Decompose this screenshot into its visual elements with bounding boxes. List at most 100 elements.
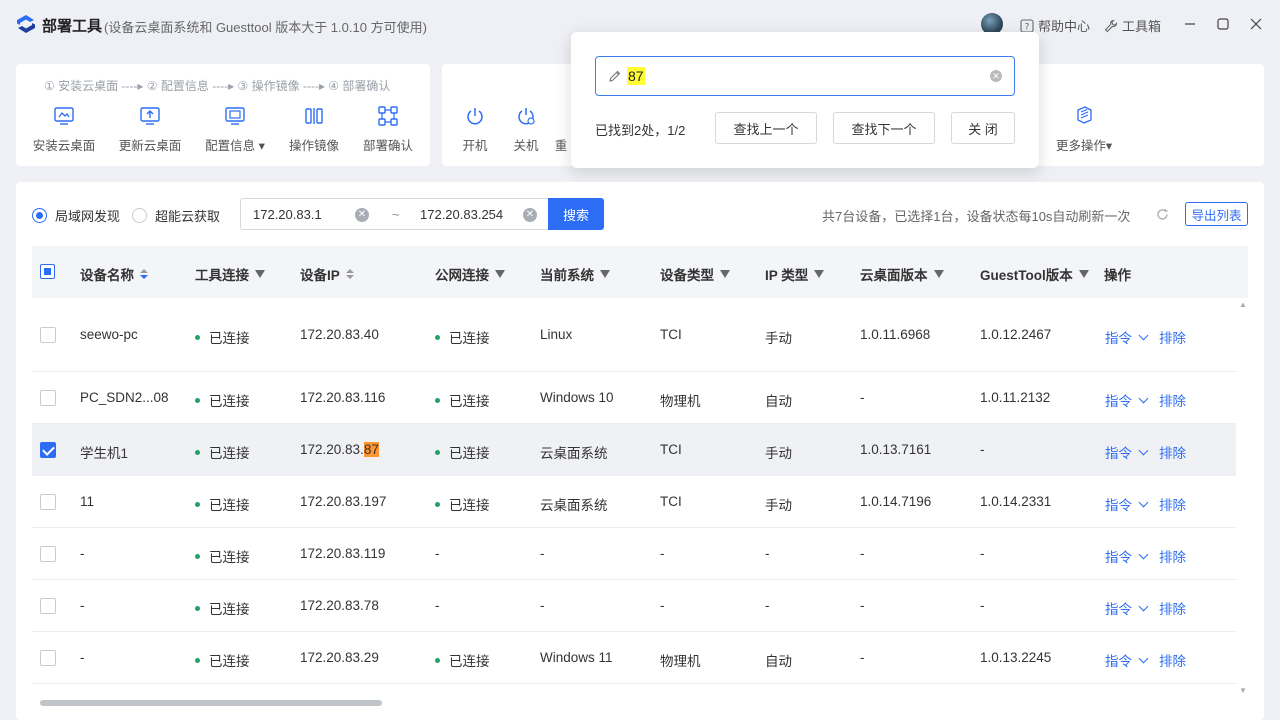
exclude-link[interactable]: 排除 [1159, 546, 1186, 566]
mirror-image-icon [305, 108, 323, 124]
maximize-button[interactable] [1213, 14, 1233, 34]
clear-find-icon[interactable]: ✕ [990, 70, 1002, 82]
exclude-link[interactable]: 排除 [1159, 327, 1186, 347]
sort-icon[interactable] [345, 269, 354, 279]
radio-lan-discovery[interactable]: 局域网发现 [32, 206, 120, 225]
search-button[interactable]: 搜索 [548, 198, 604, 230]
minimize-button[interactable] [1180, 14, 1200, 34]
row-checkbox[interactable] [40, 494, 56, 510]
update-desktop-icon [140, 107, 160, 125]
cell-guest-version: - [980, 546, 985, 561]
deploy-confirm-button[interactable]: 部署确认 [348, 105, 428, 154]
radio-cloud-dot [132, 208, 147, 223]
table-row[interactable]: seewo-pc 已连接 172.20.83.40 已连接 Linux TCI … [32, 298, 1236, 372]
filter-icon[interactable] [814, 270, 825, 278]
cell-guest-version: - [980, 442, 985, 457]
find-close-button[interactable]: 关 闭 [951, 112, 1015, 144]
toolbox-link[interactable]: 工具箱 [1104, 16, 1161, 35]
col-cloud-version[interactable]: 云桌面版本 [860, 264, 944, 284]
online-dot-icon [195, 397, 200, 403]
update-desktop-button[interactable]: 更新云桌面 [110, 105, 190, 154]
cell-device-name: seewo-pc [80, 327, 138, 342]
cell-cloud-version: 1.0.11.6968 [860, 327, 931, 342]
refresh-icon[interactable] [1156, 208, 1169, 221]
row-checkbox[interactable] [40, 327, 56, 343]
cell-device-ip: 172.20.83.78 [300, 598, 379, 613]
power-on-icon [467, 108, 483, 125]
cell-device-name: 11 [80, 494, 95, 509]
table-row[interactable]: 11 已连接 172.20.83.197 已连接 云桌面系统 TCI 手动 1.… [32, 476, 1236, 528]
sort-icon[interactable] [140, 269, 148, 279]
install-desktop-button[interactable]: 安装云桌面 [24, 105, 104, 154]
config-info-button[interactable]: 配置信息 ▾ [195, 105, 275, 154]
col-device-ip[interactable]: 设备IP [300, 264, 354, 284]
radio-cloud-fetch[interactable]: 超能云获取 [132, 206, 220, 225]
col-device-type[interactable]: 设备类型 [660, 264, 730, 284]
row-checkbox[interactable] [40, 650, 56, 666]
filter-icon[interactable] [1078, 270, 1089, 278]
row-checkbox[interactable] [40, 442, 56, 458]
app-name: 部署工具 [42, 18, 103, 35]
command-dropdown[interactable]: 指令 [1105, 494, 1149, 514]
col-current-os[interactable]: 当前系统 [540, 264, 610, 284]
cell-os: 云桌面系统 [540, 498, 608, 513]
ip-start-field[interactable]: 172.20.83.1 [253, 207, 322, 222]
radio-lan-label: 局域网发现 [55, 209, 121, 224]
ip-end-field[interactable]: 172.20.83.254 [420, 207, 503, 222]
clear-ip-start-icon[interactable]: ✕ [355, 208, 369, 222]
find-result-count: 已找到2处，1/2 [595, 123, 686, 138]
command-dropdown[interactable]: 指令 [1105, 442, 1149, 462]
help-center-label: 帮助中心 [1038, 19, 1091, 34]
command-dropdown[interactable]: 指令 [1105, 546, 1149, 566]
filter-icon[interactable] [600, 270, 610, 278]
row-checkbox[interactable] [40, 390, 56, 406]
row-checkbox[interactable] [40, 598, 56, 614]
command-dropdown[interactable]: 指令 [1105, 390, 1149, 410]
exclude-link[interactable]: 排除 [1159, 442, 1186, 462]
scroll-down-arrow-icon[interactable]: ▼ [1239, 686, 1247, 695]
select-all-checkbox[interactable] [40, 264, 55, 279]
deploy-confirm-icon [378, 106, 398, 126]
command-dropdown[interactable]: 指令 [1105, 650, 1149, 670]
col-device-name[interactable]: 设备名称 [80, 264, 148, 284]
table-row[interactable]: - 已连接 172.20.83.29 已连接 Windows 11 物理机 自动… [32, 632, 1236, 684]
table-row[interactable]: - 已连接 172.20.83.78 - - - - - - 指令 排除 [32, 580, 1236, 632]
horizontal-scrollbar[interactable] [40, 700, 382, 706]
col-tool-connection[interactable]: 工具连接 [195, 264, 265, 284]
cell-device-name: PC_SDN2...08 [80, 390, 169, 405]
col-ip-type[interactable]: IP 类型 [765, 264, 825, 284]
more-ops-button[interactable]: 更多操作▾ [1044, 105, 1124, 154]
find-prev-button[interactable]: 查找上一个 [715, 112, 817, 144]
help-icon: ? [1020, 18, 1034, 33]
filter-icon[interactable] [255, 270, 265, 278]
cell-guest-version: 1.0.12.2467 [980, 327, 1052, 342]
find-next-button[interactable]: 查找下一个 [833, 112, 935, 144]
table-row[interactable]: - 已连接 172.20.83.119 - - - - - - 指令 排除 [32, 528, 1236, 580]
export-list-button[interactable]: 导出列表 [1185, 202, 1248, 226]
exclude-link[interactable]: 排除 [1159, 650, 1186, 670]
table-row[interactable]: PC_SDN2...08 已连接 172.20.83.116 已连接 Windo… [32, 372, 1236, 424]
scroll-up-arrow-icon[interactable]: ▲ [1239, 300, 1247, 309]
command-dropdown[interactable]: 指令 [1105, 598, 1149, 618]
cell-device-type: 物理机 [660, 394, 701, 409]
config-info-icon [225, 107, 245, 125]
table-row[interactable]: 学生机1 已连接 172.20.83.87 已连接 云桌面系统 TCI 手动 1… [32, 424, 1236, 476]
mirror-image-button[interactable]: 操作镜像 [274, 105, 354, 154]
clear-ip-end-icon[interactable]: ✕ [523, 208, 537, 222]
row-checkbox[interactable] [40, 546, 56, 562]
find-input[interactable]: 87 ✕ [595, 56, 1015, 96]
col-guesttool-version[interactable]: GuestTool版本 [980, 264, 1089, 284]
cell-device-type: TCI [660, 494, 682, 509]
command-dropdown[interactable]: 指令 [1105, 327, 1149, 347]
exclude-link[interactable]: 排除 [1159, 390, 1186, 410]
col-public-connection[interactable]: 公网连接 [435, 264, 505, 284]
filter-icon[interactable] [495, 270, 505, 278]
cell-tool-status: 已连接 [195, 494, 250, 514]
close-window-button[interactable] [1246, 14, 1266, 34]
exclude-link[interactable]: 排除 [1159, 494, 1186, 514]
filter-icon[interactable] [933, 270, 944, 278]
online-dot-icon [195, 553, 200, 559]
filter-icon[interactable] [720, 270, 730, 278]
chevron-down-icon [1138, 653, 1149, 663]
exclude-link[interactable]: 排除 [1159, 598, 1186, 618]
